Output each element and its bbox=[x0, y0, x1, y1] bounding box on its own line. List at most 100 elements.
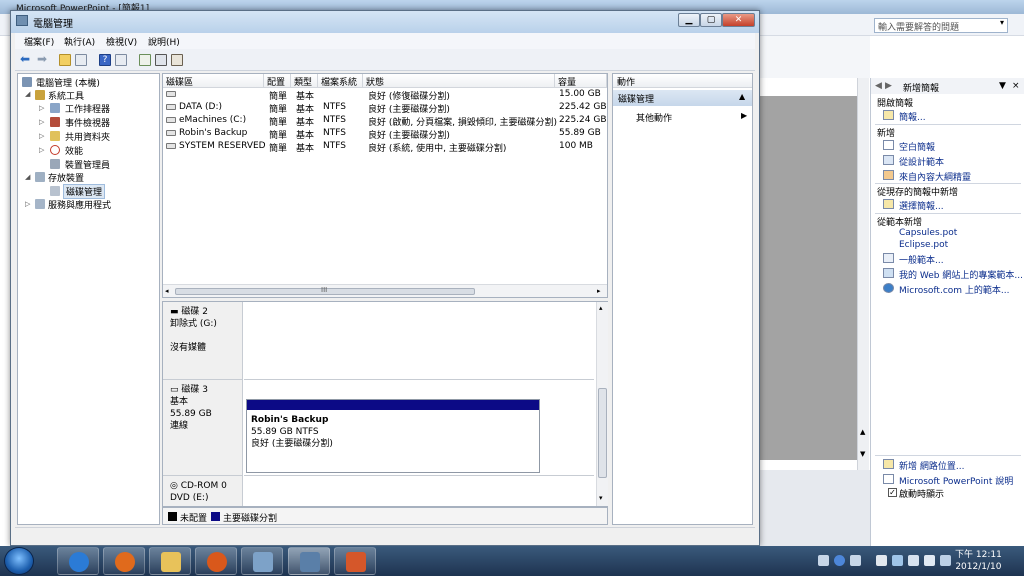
taskbar-computer-management[interactable] bbox=[288, 547, 330, 575]
minimize-button[interactable]: ▁ bbox=[678, 13, 700, 27]
help-icon[interactable]: ? bbox=[99, 54, 111, 66]
tray-icon[interactable] bbox=[818, 555, 829, 566]
link-blank-presentation[interactable]: 空白簡報 bbox=[899, 140, 935, 153]
tree-performance[interactable]: 效能 bbox=[65, 144, 83, 157]
refresh-icon[interactable] bbox=[139, 54, 151, 66]
show-hidden-icons[interactable] bbox=[876, 555, 887, 566]
tray-icon[interactable] bbox=[850, 555, 861, 566]
column-layout[interactable]: 配置 bbox=[264, 74, 291, 88]
task-pane-menu-icon[interactable]: ▼ bbox=[999, 81, 1006, 91]
taskbar-internet-explorer[interactable] bbox=[57, 547, 99, 575]
taskbar-explorer[interactable] bbox=[149, 547, 191, 575]
expand-icon[interactable]: ▷ bbox=[39, 104, 44, 112]
cdrom-label[interactable]: ◎ CD-ROM 0 DVD (E:) bbox=[163, 476, 243, 506]
link-eclipse-template[interactable]: Eclipse.pot bbox=[899, 240, 948, 250]
scroll-right-icon[interactable]: ▸ bbox=[597, 287, 601, 295]
forward-arrow-icon[interactable]: ➡ bbox=[37, 52, 47, 66]
collapse-icon[interactable]: ◢ bbox=[25, 173, 30, 181]
scroll-up-icon[interactable]: ▴ bbox=[599, 304, 603, 312]
show-hide-tree-icon[interactable] bbox=[75, 54, 87, 66]
taskbar-firefox[interactable] bbox=[103, 547, 145, 575]
collapse-icon[interactable]: ◢ bbox=[25, 90, 30, 98]
menu-view[interactable]: 檢視(V) bbox=[106, 35, 137, 48]
volume-cell-name[interactable]: DATA (D:) bbox=[179, 102, 222, 112]
back-arrow-icon[interactable]: ⬅ bbox=[20, 52, 30, 66]
scroll-left-icon[interactable]: ◂ bbox=[165, 287, 169, 295]
show-hide-action-pane-icon[interactable] bbox=[115, 54, 127, 66]
tree-disk-management[interactable]: 磁碟管理 bbox=[63, 184, 106, 199]
actions-section-disk-management[interactable]: 磁碟管理 ▲ bbox=[613, 90, 752, 106]
start-button[interactable] bbox=[4, 547, 34, 575]
forward-icon[interactable]: ▶ bbox=[885, 81, 892, 91]
link-capsules-template[interactable]: Capsules.pot bbox=[899, 228, 957, 238]
maximize-button[interactable]: ▢ bbox=[700, 13, 722, 27]
scroll-thumb[interactable]: III bbox=[175, 286, 475, 295]
close-icon[interactable]: × bbox=[1012, 81, 1020, 91]
taskbar-firefox-2[interactable] bbox=[195, 547, 237, 575]
column-volume[interactable]: 磁碟區 bbox=[163, 74, 264, 88]
column-filesystem[interactable]: 檔案系統 bbox=[318, 74, 363, 88]
expand-icon[interactable]: ▷ bbox=[39, 118, 44, 126]
close-button[interactable]: ✕ bbox=[722, 13, 755, 27]
link-powerpoint-help[interactable]: Microsoft PowerPoint 說明 bbox=[899, 474, 1013, 487]
column-capacity[interactable]: 容量 bbox=[555, 74, 607, 88]
expand-icon[interactable]: ▷ bbox=[39, 146, 44, 154]
tree-task-scheduler[interactable]: 工作排程器 bbox=[65, 102, 110, 115]
tree-root[interactable]: 電腦管理 (本機) bbox=[36, 76, 100, 89]
action-more-actions[interactable]: 其他動作 bbox=[636, 111, 672, 124]
link-web-templates[interactable]: 我的 Web 網站上的專案範本... bbox=[899, 268, 1023, 281]
divider bbox=[875, 213, 1021, 214]
volume-cell-name[interactable]: Robin's Backup bbox=[179, 128, 247, 138]
tree-event-viewer[interactable]: 事件檢視器 bbox=[65, 116, 110, 129]
help-question-input[interactable]: 輸入需要解答的問題 bbox=[874, 18, 1008, 33]
taskbar-control-panel[interactable] bbox=[241, 547, 283, 575]
disk-settings-icon[interactable] bbox=[171, 54, 183, 66]
disk-vertical-scrollbar[interactable]: ▴ ▾ bbox=[596, 302, 608, 506]
startup-checkbox[interactable]: ✓ bbox=[888, 488, 897, 497]
volume-cell-name[interactable]: SYSTEM RESERVED bbox=[179, 141, 266, 151]
tree-system-tools[interactable]: 系統工具 bbox=[48, 89, 84, 102]
help-dropdown-icon[interactable]: ▾ bbox=[1000, 18, 1004, 27]
scroll-thumb[interactable] bbox=[598, 388, 607, 478]
disk-2-label[interactable]: ▬ 磁碟 2 卸除式 (G:) 沒有媒體 bbox=[163, 302, 243, 380]
link-microsoft-templates[interactable]: Microsoft.com 上的範本... bbox=[899, 283, 1009, 296]
volume-icon[interactable] bbox=[924, 555, 935, 566]
back-icon[interactable]: ◀ bbox=[875, 81, 882, 91]
menu-help[interactable]: 說明(H) bbox=[148, 35, 180, 48]
partition-robins-backup[interactable]: Robin's Backup 55.89 GB NTFS 良好 (主要磁碟分割) bbox=[246, 399, 540, 473]
tree-shared-folders[interactable]: 共用資料夾 bbox=[65, 130, 110, 143]
column-status[interactable]: 狀態 bbox=[363, 74, 555, 88]
volume-cell-name[interactable]: eMachines (C:) bbox=[179, 115, 246, 125]
link-open-presentation[interactable]: 簡報... bbox=[899, 110, 926, 123]
scroll-down-icon[interactable]: ▼ bbox=[860, 450, 865, 458]
expand-icon[interactable]: ▷ bbox=[39, 132, 44, 140]
tree-services-applications[interactable]: 服務與應用程式 bbox=[48, 198, 111, 211]
link-add-network-place[interactable]: 新增 網路位置... bbox=[899, 459, 964, 472]
up-folder-icon[interactable] bbox=[59, 54, 71, 66]
list-horizontal-scrollbar[interactable]: ◂ III ▸ bbox=[163, 284, 607, 297]
link-choose-presentation[interactable]: 選擇簡報... bbox=[899, 199, 944, 212]
help-tray-icon[interactable] bbox=[834, 555, 845, 566]
clock[interactable]: 下午 12:11 2012/1/10 bbox=[955, 549, 1002, 573]
tree-storage[interactable]: 存放裝置 bbox=[48, 171, 84, 184]
link-general-templates[interactable]: 一般範本... bbox=[899, 253, 944, 266]
menu-file[interactable]: 檔案(F) bbox=[24, 35, 54, 48]
startup-checkbox-label: 啟動時顯示 bbox=[899, 490, 945, 500]
action-center-icon[interactable] bbox=[908, 555, 919, 566]
expand-icon[interactable]: ▷ bbox=[25, 200, 30, 208]
power-icon[interactable] bbox=[940, 555, 951, 566]
window-titlebar[interactable]: 電腦管理 ▁ ▢ ✕ bbox=[11, 11, 759, 33]
properties-icon[interactable] bbox=[155, 54, 167, 66]
menu-action[interactable]: 執行(A) bbox=[64, 35, 95, 48]
disk-3-label[interactable]: ▭ 磁碟 3 基本 55.89 GB 連線 bbox=[163, 380, 243, 476]
tree-device-manager[interactable]: 裝置管理員 bbox=[65, 158, 110, 171]
link-from-design-template[interactable]: 從設計範本 bbox=[899, 155, 944, 168]
link-autocontent-wizard[interactable]: 來自內容大綱精靈 bbox=[899, 170, 971, 183]
column-type[interactable]: 類型 bbox=[291, 74, 318, 88]
scroll-up-icon[interactable]: ▲ bbox=[860, 428, 865, 436]
collapse-up-icon[interactable]: ▲ bbox=[739, 92, 745, 101]
network-icon[interactable] bbox=[892, 555, 903, 566]
taskbar-powerpoint[interactable] bbox=[334, 547, 376, 575]
scroll-down-icon[interactable]: ▾ bbox=[599, 494, 603, 502]
workspace-scrollbar[interactable]: ▲ ▼ bbox=[857, 78, 869, 470]
